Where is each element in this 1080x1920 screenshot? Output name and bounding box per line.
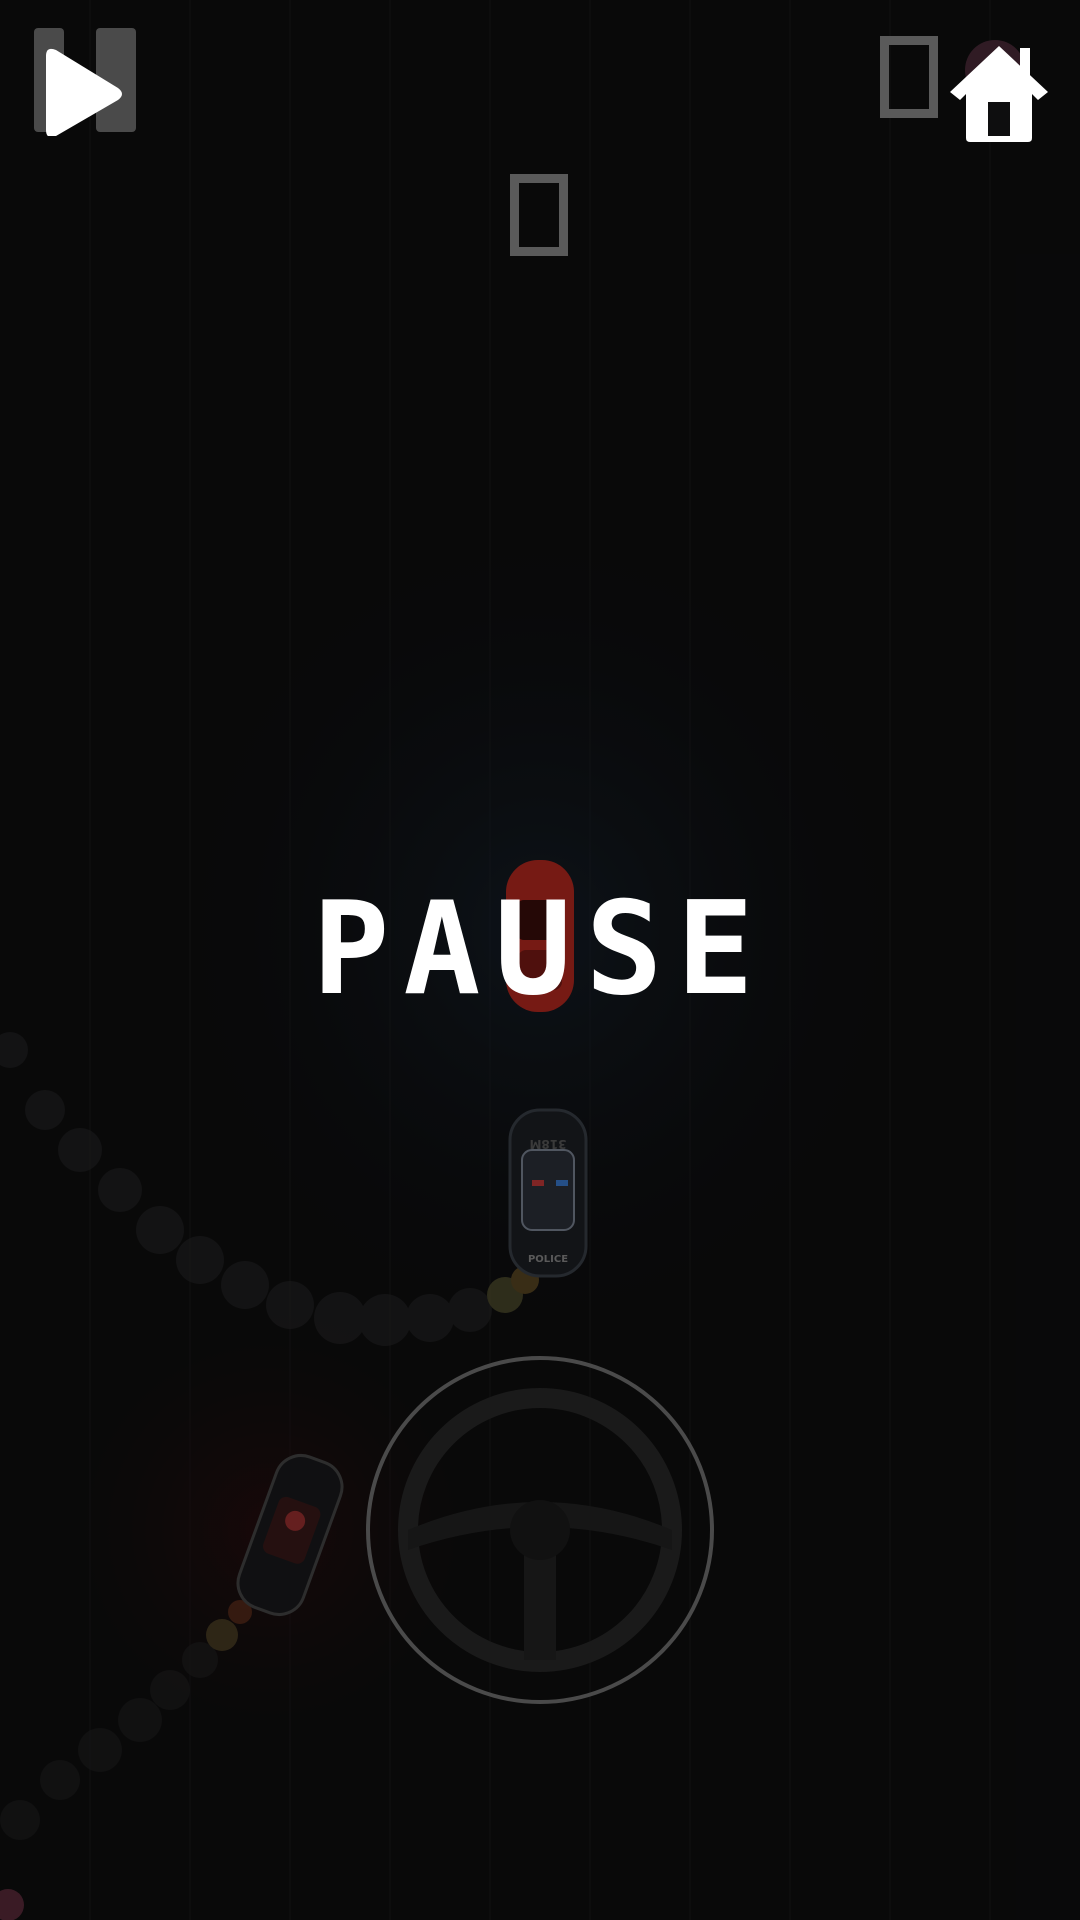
coin-display: 0 — [880, 36, 938, 118]
resume-button[interactable] — [32, 26, 138, 138]
home-button[interactable] — [944, 38, 1054, 148]
score-value: 0 — [539, 233, 540, 235]
game-screen: POLICE 318M 0 0 PAUSE — [0, 0, 1080, 1920]
home-icon — [950, 46, 1048, 142]
steering-wheel-icon[interactable] — [364, 1354, 716, 1706]
score-display: 0 — [510, 174, 568, 256]
coin-value: 0 — [909, 95, 910, 97]
pause-icon — [34, 28, 136, 138]
pause-title: PAUSE — [312, 875, 768, 1024]
